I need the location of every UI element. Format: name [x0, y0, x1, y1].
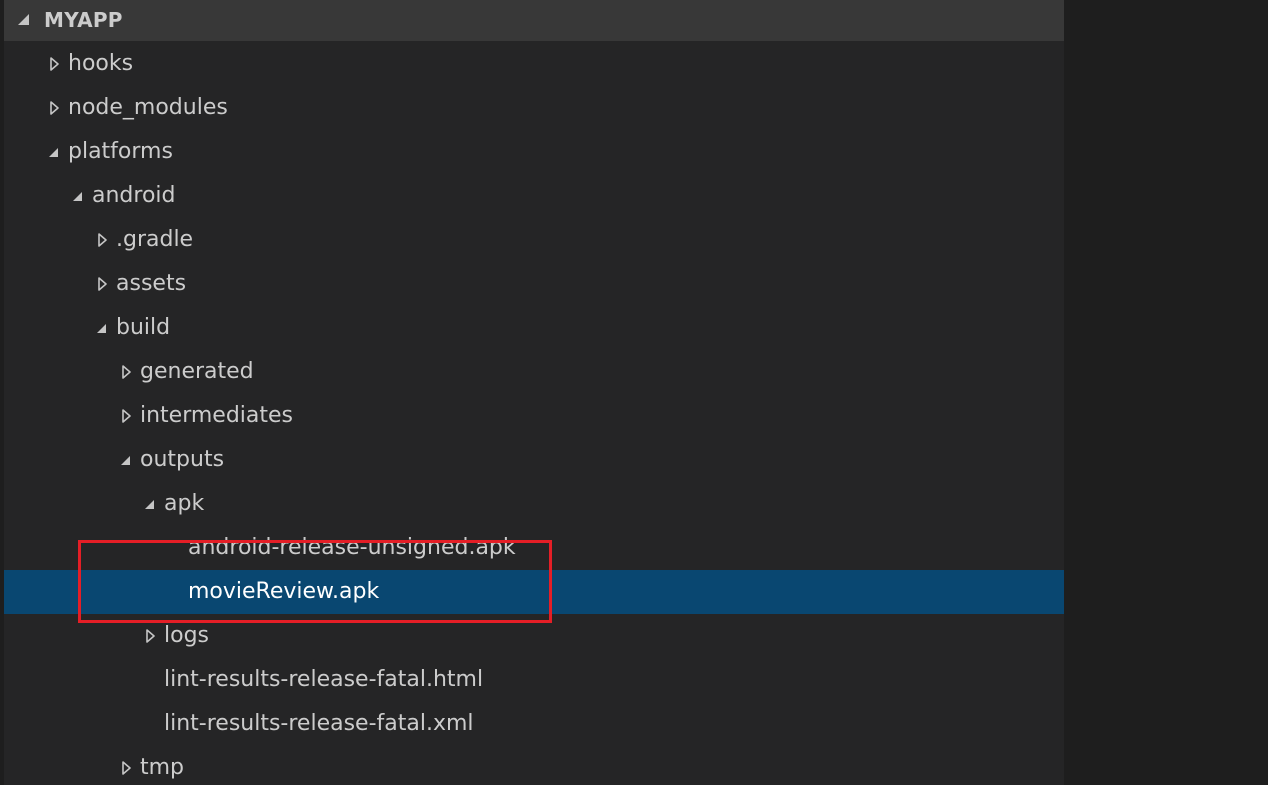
chevron-down-icon[interactable] — [94, 320, 110, 336]
tree-item-label: android-release-unsigned.apk — [188, 535, 516, 560]
chevron-right-icon[interactable] — [118, 408, 134, 424]
tree-item-label: assets — [116, 271, 187, 296]
tree-item-label: generated — [140, 359, 254, 384]
tree-item-lint-results-xml[interactable]: lint-results-release-fatal.xml — [4, 702, 1064, 746]
tree-item-android[interactable]: android — [4, 174, 1064, 218]
tree-item-intermediates[interactable]: intermediates — [4, 394, 1064, 438]
tree-item-label: hooks — [68, 51, 134, 76]
tree-item-label: intermediates — [140, 403, 294, 428]
tree-item-label: apk — [164, 491, 205, 516]
section-collapse-icon[interactable] — [18, 14, 29, 25]
tree-item-label: tmp — [140, 755, 185, 780]
tree-item-platforms[interactable]: platforms — [4, 130, 1064, 174]
chevron-down-icon[interactable] — [70, 188, 86, 204]
tree-item-lint-results-html[interactable]: lint-results-release-fatal.html — [4, 658, 1064, 702]
chevron-right-icon[interactable] — [118, 760, 134, 776]
tree-item-label: movieReview.apk — [188, 579, 380, 604]
tree-item-node-modules[interactable]: node_modules — [4, 86, 1064, 130]
tree-item-label: android — [92, 183, 176, 208]
tree-item-gradle[interactable]: .gradle — [4, 218, 1064, 262]
tree-item-label: outputs — [140, 447, 225, 472]
tree-item-hooks[interactable]: hooks — [4, 42, 1064, 86]
editor-area — [1064, 0, 1268, 785]
chevron-down-icon[interactable] — [142, 496, 158, 512]
tree-item-label: platforms — [68, 139, 173, 164]
chevron-right-icon[interactable] — [94, 232, 110, 248]
tree-item-label: logs — [164, 623, 209, 648]
tree-item-label: node_modules — [68, 95, 228, 120]
chevron-down-icon[interactable] — [118, 452, 134, 468]
chevron-right-icon[interactable] — [118, 364, 134, 380]
file-explorer-panel: MYAPP hooks node_modules platforms andro… — [4, 0, 1064, 785]
explorer-section-header[interactable]: MYAPP — [4, 0, 1064, 41]
tree-item-label: .gradle — [116, 227, 194, 252]
tree-item-moviereview-apk[interactable]: movieReview.apk — [4, 570, 1064, 614]
chevron-right-icon[interactable] — [94, 276, 110, 292]
tree-item-android-release-unsigned-apk[interactable]: android-release-unsigned.apk — [4, 526, 1064, 570]
tree-item-tmp[interactable]: tmp — [4, 746, 1064, 785]
tree-item-build[interactable]: build — [4, 306, 1064, 350]
tree-item-generated[interactable]: generated — [4, 350, 1064, 394]
section-title: MYAPP — [44, 8, 123, 32]
chevron-right-icon[interactable] — [142, 628, 158, 644]
tree-item-label: build — [116, 315, 171, 340]
tree-item-outputs[interactable]: outputs — [4, 438, 1064, 482]
chevron-right-icon[interactable] — [46, 100, 62, 116]
tree-item-apk[interactable]: apk — [4, 482, 1064, 526]
tree-item-label: lint-results-release-fatal.xml — [164, 711, 474, 736]
chevron-right-icon[interactable] — [46, 56, 62, 72]
tree-item-logs[interactable]: logs — [4, 614, 1064, 658]
tree-item-assets[interactable]: assets — [4, 262, 1064, 306]
tree-item-label: lint-results-release-fatal.html — [164, 667, 484, 692]
chevron-down-icon[interactable] — [46, 144, 62, 160]
